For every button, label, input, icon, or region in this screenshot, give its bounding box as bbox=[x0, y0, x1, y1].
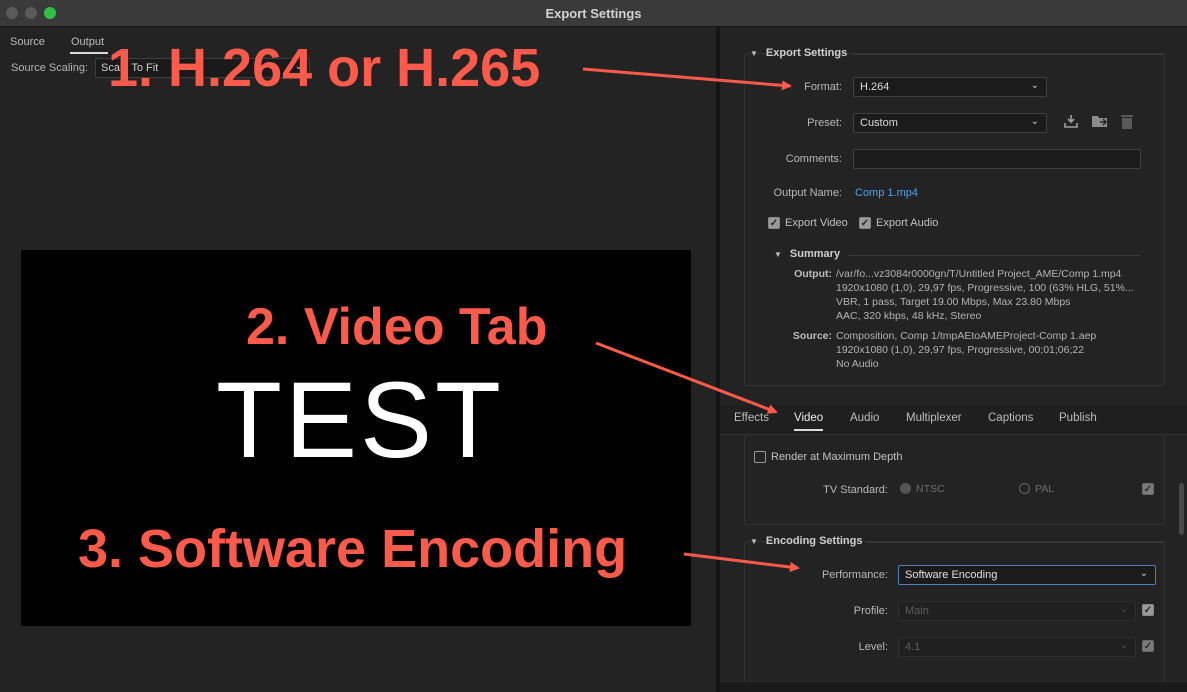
section-divider bbox=[854, 54, 1165, 55]
scrollbar[interactable] bbox=[1179, 483, 1184, 535]
performance-value: Software Encoding bbox=[905, 569, 998, 581]
annotation-2: 2. Video Tab bbox=[246, 298, 548, 356]
format-select[interactable]: H.264 ⌄ bbox=[853, 77, 1047, 97]
window-title: Export Settings bbox=[545, 6, 642, 21]
tv-standard-checkbox[interactable]: ✓ bbox=[1142, 483, 1154, 495]
export-settings-heading[interactable]: ▼ Export Settings bbox=[750, 47, 847, 59]
summary-output-line: VBR, 1 pass, Target 19.00 Mbps, Max 23.8… bbox=[836, 296, 1071, 308]
pal-radio[interactable] bbox=[1019, 483, 1030, 494]
tab-output[interactable]: Output bbox=[71, 36, 104, 48]
collapse-triangle-icon: ▼ bbox=[750, 49, 758, 58]
tv-standard-label: TV Standard: bbox=[823, 484, 888, 496]
video-settings-group bbox=[744, 435, 1165, 525]
format-label: Format: bbox=[804, 81, 842, 93]
profile-value: Main bbox=[905, 605, 929, 617]
encoding-settings-heading[interactable]: ▼ Encoding Settings bbox=[750, 535, 862, 547]
level-value: 4.1 bbox=[905, 641, 921, 653]
profile-label: Profile: bbox=[853, 605, 888, 617]
summary-source-key: Source: bbox=[792, 330, 832, 342]
tab-audio[interactable]: Audio bbox=[850, 412, 879, 424]
summary-source-line: No Audio bbox=[836, 358, 879, 370]
summary-source-line: 1920x1080 (1,0), 29,97 fps, Progressive,… bbox=[836, 344, 1085, 356]
level-select[interactable]: 4.1 ⌄ bbox=[898, 637, 1136, 657]
tab-output-underline bbox=[70, 52, 108, 54]
settings-tabs: Effects Video Audio Multiplexer Captions… bbox=[720, 405, 1187, 435]
comments-field[interactable] bbox=[853, 149, 1141, 169]
import-preset-icon[interactable] bbox=[1091, 113, 1109, 132]
output-name-link[interactable]: Comp 1.mp4 bbox=[855, 187, 918, 199]
preset-label: Preset: bbox=[807, 117, 842, 129]
section-divider bbox=[849, 255, 1141, 256]
summary-output-line: AAC, 320 kbps, 48 kHz, Stereo bbox=[836, 310, 982, 322]
preset-value: Custom bbox=[860, 117, 898, 129]
summary-source-line: Composition, Comp 1/tmpAEtoAMEProject-Co… bbox=[836, 330, 1097, 342]
summary-heading[interactable]: ▼ Summary bbox=[774, 248, 840, 260]
tab-captions[interactable]: Captions bbox=[988, 412, 1033, 424]
level-checkbox[interactable]: ✓ bbox=[1142, 640, 1154, 652]
annotation-1: 1. H.264 or H.265 bbox=[108, 38, 541, 98]
tab-source[interactable]: Source bbox=[10, 36, 45, 48]
title-bar: Export Settings bbox=[0, 0, 1187, 27]
delete-preset-icon[interactable] bbox=[1119, 113, 1135, 133]
chevron-down-icon: ⌄ bbox=[1119, 604, 1128, 615]
ntsc-radio[interactable] bbox=[900, 483, 911, 494]
performance-label: Performance: bbox=[821, 569, 888, 581]
summary-output-line: /var/fo...vz3084r0000gn/T/Untitled Proje… bbox=[836, 268, 1122, 280]
level-label: Level: bbox=[858, 641, 888, 653]
format-value: H.264 bbox=[860, 81, 890, 93]
section-divider bbox=[866, 542, 1165, 543]
export-video-checkbox[interactable]: ✓ bbox=[768, 217, 780, 229]
summary-output-key: Output: bbox=[794, 268, 832, 280]
pal-label: PAL bbox=[1035, 483, 1055, 495]
export-video-label: Export Video bbox=[785, 217, 848, 229]
chevron-down-icon: ⌄ bbox=[1030, 80, 1039, 91]
export-audio-checkbox[interactable]: ✓ bbox=[859, 217, 871, 229]
settings-panel: ▼ Export Settings Format: H.264 ⌄ Preset:… bbox=[720, 27, 1187, 692]
chevron-down-icon: ⌄ bbox=[1139, 568, 1148, 579]
tab-multiplexer[interactable]: Multiplexer bbox=[906, 412, 962, 424]
source-scaling-label: Source Scaling: bbox=[11, 62, 89, 74]
collapse-triangle-icon: ▼ bbox=[750, 537, 758, 546]
summary-output-line: 1920x1080 (1,0), 29,97 fps, Progressive,… bbox=[836, 282, 1134, 294]
render-max-depth-checkbox[interactable] bbox=[754, 451, 766, 463]
render-max-depth-label: Render at Maximum Depth bbox=[771, 451, 903, 463]
export-audio-label: Export Audio bbox=[876, 217, 939, 229]
profile-checkbox[interactable]: ✓ bbox=[1142, 604, 1154, 616]
annotation-3: 3. Software Encoding bbox=[78, 519, 628, 579]
chevron-down-icon: ⌄ bbox=[1119, 640, 1128, 651]
preview-panel: Source Output Source Scaling: Scale To F… bbox=[0, 27, 716, 692]
tab-video-underline bbox=[794, 429, 823, 431]
tab-video[interactable]: Video bbox=[794, 412, 823, 424]
tab-publish[interactable]: Publish bbox=[1059, 412, 1097, 424]
profile-select[interactable]: Main ⌄ bbox=[898, 601, 1136, 621]
preset-select[interactable]: Custom ⌄ bbox=[853, 113, 1047, 133]
preview-text: TEST bbox=[216, 359, 505, 480]
save-preset-icon[interactable] bbox=[1063, 113, 1079, 132]
tab-effects[interactable]: Effects bbox=[734, 412, 769, 424]
collapse-triangle-icon: ▼ bbox=[774, 250, 782, 259]
ntsc-label: NTSC bbox=[916, 483, 945, 495]
performance-select[interactable]: Software Encoding ⌄ bbox=[898, 565, 1156, 585]
chevron-down-icon: ⌄ bbox=[1030, 116, 1039, 127]
output-name-label: Output Name: bbox=[773, 187, 842, 199]
bottom-strip bbox=[720, 681, 1187, 692]
comments-label: Comments: bbox=[785, 153, 842, 165]
